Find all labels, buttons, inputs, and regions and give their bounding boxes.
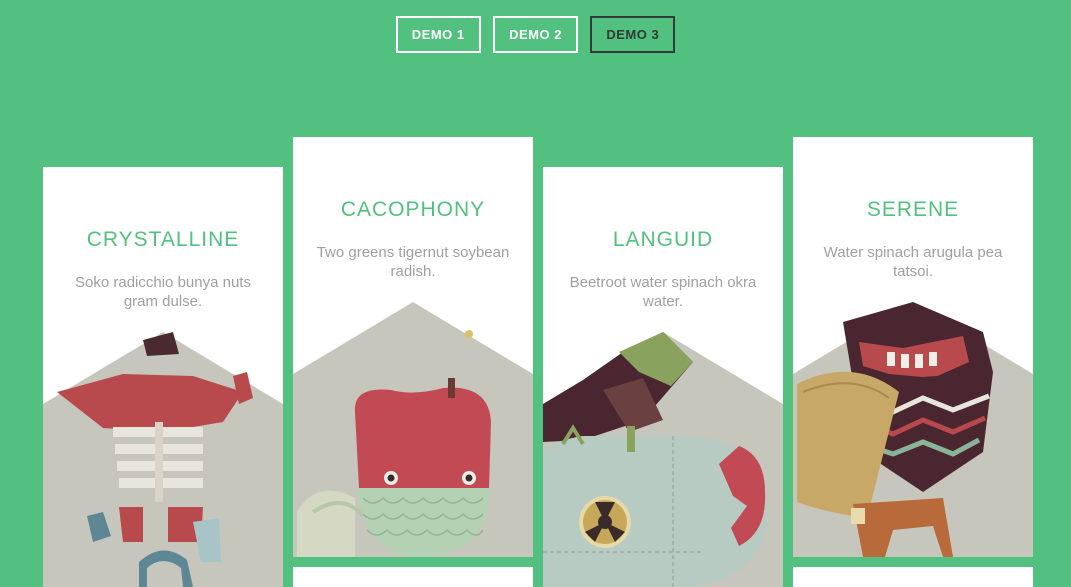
card-description: Soko radicchio bunya nuts gram dulse. — [75, 274, 251, 310]
card-description: Beetroot water spinach okra water. — [569, 274, 757, 310]
card-title: CACOPHONY — [340, 198, 486, 221]
demo-3-button[interactable]: DEMO 3 — [590, 16, 676, 53]
card-serene[interactable]: SERENE Water spinach arugula pea tatsoi. — [793, 137, 1033, 557]
card-title: SERENE — [866, 198, 960, 221]
card-description: Water spinach arugula pea tatsoi. — [823, 244, 1003, 280]
card-illustration — [293, 302, 533, 557]
card-next-row — [293, 567, 533, 587]
card-illustration — [543, 332, 783, 587]
demo-2-button[interactable]: DEMO 2 — [493, 16, 578, 53]
card-title: LANGUID — [612, 228, 714, 251]
card-crystalline[interactable]: CRYSTALLINE Soko radicchio bunya nuts gr… — [43, 167, 283, 587]
card-illustration — [43, 332, 283, 587]
card-title: CRYSTALLINE — [86, 228, 240, 251]
demo-1-button[interactable]: DEMO 1 — [395, 16, 481, 53]
card-description: Two greens tigernut soybean radish. — [316, 244, 510, 280]
card-languid[interactable]: LANGUID Beetroot water spinach okra wate… — [543, 167, 783, 587]
demo-nav: DEMO 1 DEMO 2 DEMO 3 — [0, 16, 1071, 53]
card-cacophony[interactable]: CACOPHONY Two greens tigernut soybean ra… — [293, 137, 533, 557]
card-next-row — [793, 567, 1033, 587]
card-illustration — [793, 302, 1033, 557]
